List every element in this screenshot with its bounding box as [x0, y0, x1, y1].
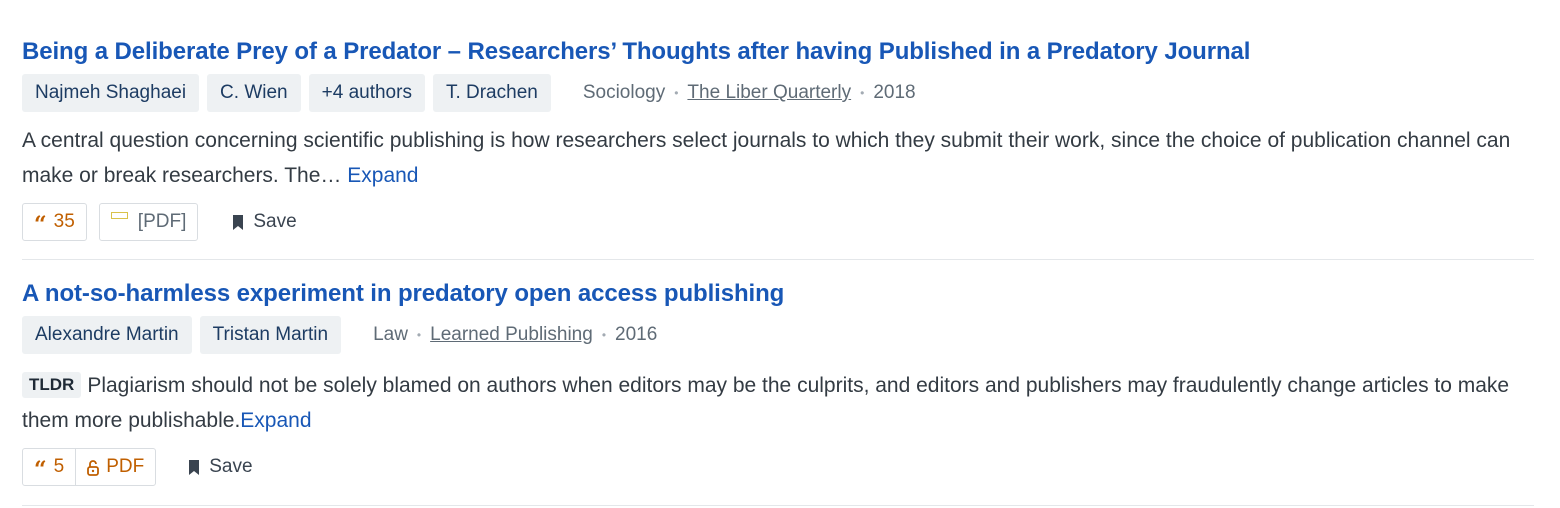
result-divider	[22, 505, 1534, 506]
pdf-label: PDF	[106, 456, 145, 477]
author-chip[interactable]: Najmeh Shaghaei	[22, 74, 200, 112]
separator-dot: •	[674, 86, 679, 100]
paper-title[interactable]: A not-so-harmless experiment in predator…	[22, 272, 1534, 316]
open-access-pdf-button[interactable]: PDF	[75, 449, 155, 485]
paper-actions: “ 35 [PDF] Save	[22, 203, 1534, 241]
paper-actions: “ 5 PDF Save	[22, 448, 1534, 486]
paper-result: A not-so-harmless experiment in predator…	[22, 272, 1534, 486]
save-button[interactable]: Save	[188, 456, 253, 478]
citations-button[interactable]: “ 5	[23, 449, 75, 485]
citation-pdf-group: “ 5 PDF	[22, 448, 157, 486]
citation-count: 5	[53, 456, 65, 477]
venue-link[interactable]: Learned Publishing	[430, 324, 593, 346]
abstract-text: A central question concerning scientific…	[22, 129, 1511, 187]
paper-abstract: A central question concerning scientific…	[22, 123, 1512, 193]
field-of-study: Sociology	[582, 82, 666, 103]
pdf-icon	[110, 211, 128, 219]
paper-meta: Alexandre Martin Tristan Martin Law • Le…	[22, 316, 1534, 354]
separator-dot: •	[416, 328, 422, 342]
citations-button[interactable]: “ 35	[22, 203, 87, 241]
pdf-label: [PDF]	[137, 211, 187, 232]
author-chip[interactable]: Alexandre Martin	[22, 316, 192, 354]
pdf-button[interactable]: [PDF]	[98, 203, 199, 241]
separator-dot: •	[601, 328, 607, 342]
citation-count: 35	[53, 211, 75, 232]
expand-link[interactable]: Expand	[347, 164, 418, 187]
more-authors-button[interactable]: +4 authors	[308, 74, 425, 112]
quote-icon: “	[34, 457, 47, 483]
bookmark-icon	[189, 459, 200, 475]
publication-year: 2018	[873, 82, 916, 103]
venue-link[interactable]: The Liber Quarterly	[687, 82, 851, 104]
save-label: Save	[209, 456, 253, 477]
lock-icon	[87, 459, 100, 476]
tldr-badge: TLDR	[22, 372, 82, 398]
author-chip[interactable]: C. Wien	[207, 74, 301, 112]
result-divider	[22, 259, 1534, 260]
separator-dot: •	[860, 86, 865, 100]
expand-link[interactable]: Expand	[240, 409, 311, 432]
paper-title[interactable]: Being a Deliberate Prey of a Predator – …	[22, 30, 1534, 74]
author-chip[interactable]: T. Drachen	[432, 74, 551, 112]
paper-meta: Najmeh Shaghaei C. Wien +4 authors T. Dr…	[22, 74, 1534, 112]
bookmark-icon	[233, 214, 244, 230]
field-of-study: Law	[373, 324, 408, 345]
quote-icon: “	[34, 212, 47, 238]
search-results: Being a Deliberate Prey of a Predator – …	[0, 0, 1560, 508]
save-button[interactable]: Save	[232, 211, 297, 233]
paper-result: Being a Deliberate Prey of a Predator – …	[22, 30, 1534, 241]
save-label: Save	[253, 211, 297, 232]
paper-tldr: TLDR Plagiarism should not be solely blam…	[22, 368, 1512, 438]
author-chip[interactable]: Tristan Martin	[199, 316, 342, 354]
publication-year: 2016	[615, 324, 658, 345]
